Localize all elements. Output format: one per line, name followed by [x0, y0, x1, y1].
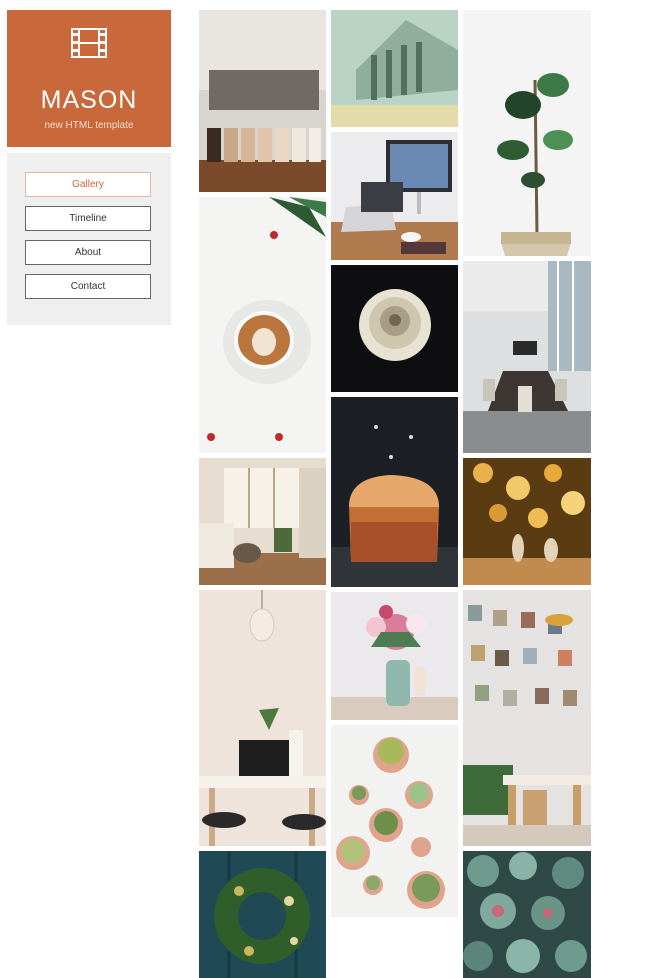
nav-timeline-button[interactable]: Timeline	[25, 206, 151, 231]
photo-succulents-closeup[interactable]	[463, 851, 591, 978]
photo-latte-art[interactable]	[199, 197, 326, 453]
brand-block: MASON new HTML template	[7, 10, 171, 147]
photo-white-rose[interactable]	[331, 265, 458, 392]
nav-panel: Gallery Timeline About Contact	[7, 153, 171, 325]
photo-potted-tree[interactable]	[463, 10, 591, 256]
photo-laptop-desk[interactable]	[331, 132, 458, 260]
nav-about-button[interactable]: About	[25, 240, 151, 265]
photo-conference-room[interactable]	[463, 261, 591, 453]
photo-white-desk-laptop[interactable]	[199, 590, 326, 846]
nav-gallery-button[interactable]: Gallery	[25, 172, 151, 197]
photo-bokeh-nativity[interactable]	[463, 458, 591, 585]
photo-holiday-wreath[interactable]	[199, 851, 326, 978]
photo-flower-vase[interactable]	[331, 592, 458, 720]
nav-contact-button[interactable]: Contact	[25, 274, 151, 299]
site-subtitle: new HTML template	[44, 120, 134, 131]
photo-cozy-living-room[interactable]	[199, 458, 326, 585]
photo-banknote-building[interactable]	[331, 10, 458, 127]
photo-panettone[interactable]	[331, 397, 458, 587]
site-title: MASON	[40, 86, 138, 114]
photo-wall-photos-dining[interactable]	[463, 590, 591, 846]
film-icon	[71, 28, 107, 58]
photo-coffee-bar-jars[interactable]	[199, 10, 326, 192]
photo-succulent-pots[interactable]	[331, 725, 458, 917]
